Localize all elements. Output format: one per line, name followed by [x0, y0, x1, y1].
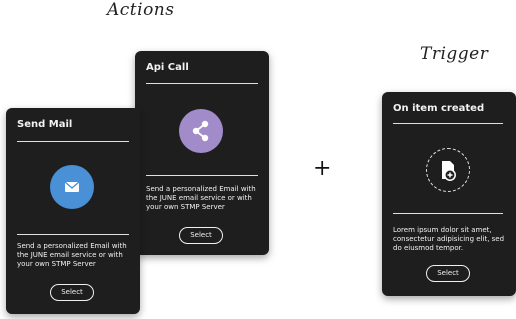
card-title: Api Call — [146, 62, 189, 73]
select-button[interactable]: Select — [426, 265, 470, 282]
card-description: Lorem ipsum dolor sit amet, consectetur … — [393, 226, 505, 252]
trigger-heading: Trigger — [420, 44, 489, 64]
api-call-card[interactable]: Api Call Send a personalized Email with … — [135, 51, 269, 255]
divider — [146, 175, 258, 176]
actions-heading: Actions — [107, 0, 175, 20]
select-button[interactable]: Select — [179, 227, 223, 244]
divider — [17, 141, 129, 142]
add-document-icon — [426, 148, 470, 192]
divider — [393, 213, 503, 214]
divider — [146, 83, 258, 84]
select-button[interactable]: Select — [50, 284, 94, 301]
card-description: Send a personalized Email with the JUNE … — [146, 185, 256, 211]
divider — [393, 123, 503, 124]
divider — [17, 234, 129, 235]
card-title: On item created — [393, 103, 485, 114]
trigger-card[interactable]: On item created Lorem ipsum dolor sit am… — [382, 92, 516, 296]
card-description: Send a personalized Email with the JUNE … — [17, 242, 127, 268]
send-mail-card[interactable]: Send Mail Send a personalized Email with… — [6, 108, 140, 314]
plus-connector: + — [313, 156, 332, 181]
card-title: Send Mail — [17, 119, 73, 130]
share-icon — [179, 109, 223, 153]
envelope-icon — [50, 165, 94, 209]
